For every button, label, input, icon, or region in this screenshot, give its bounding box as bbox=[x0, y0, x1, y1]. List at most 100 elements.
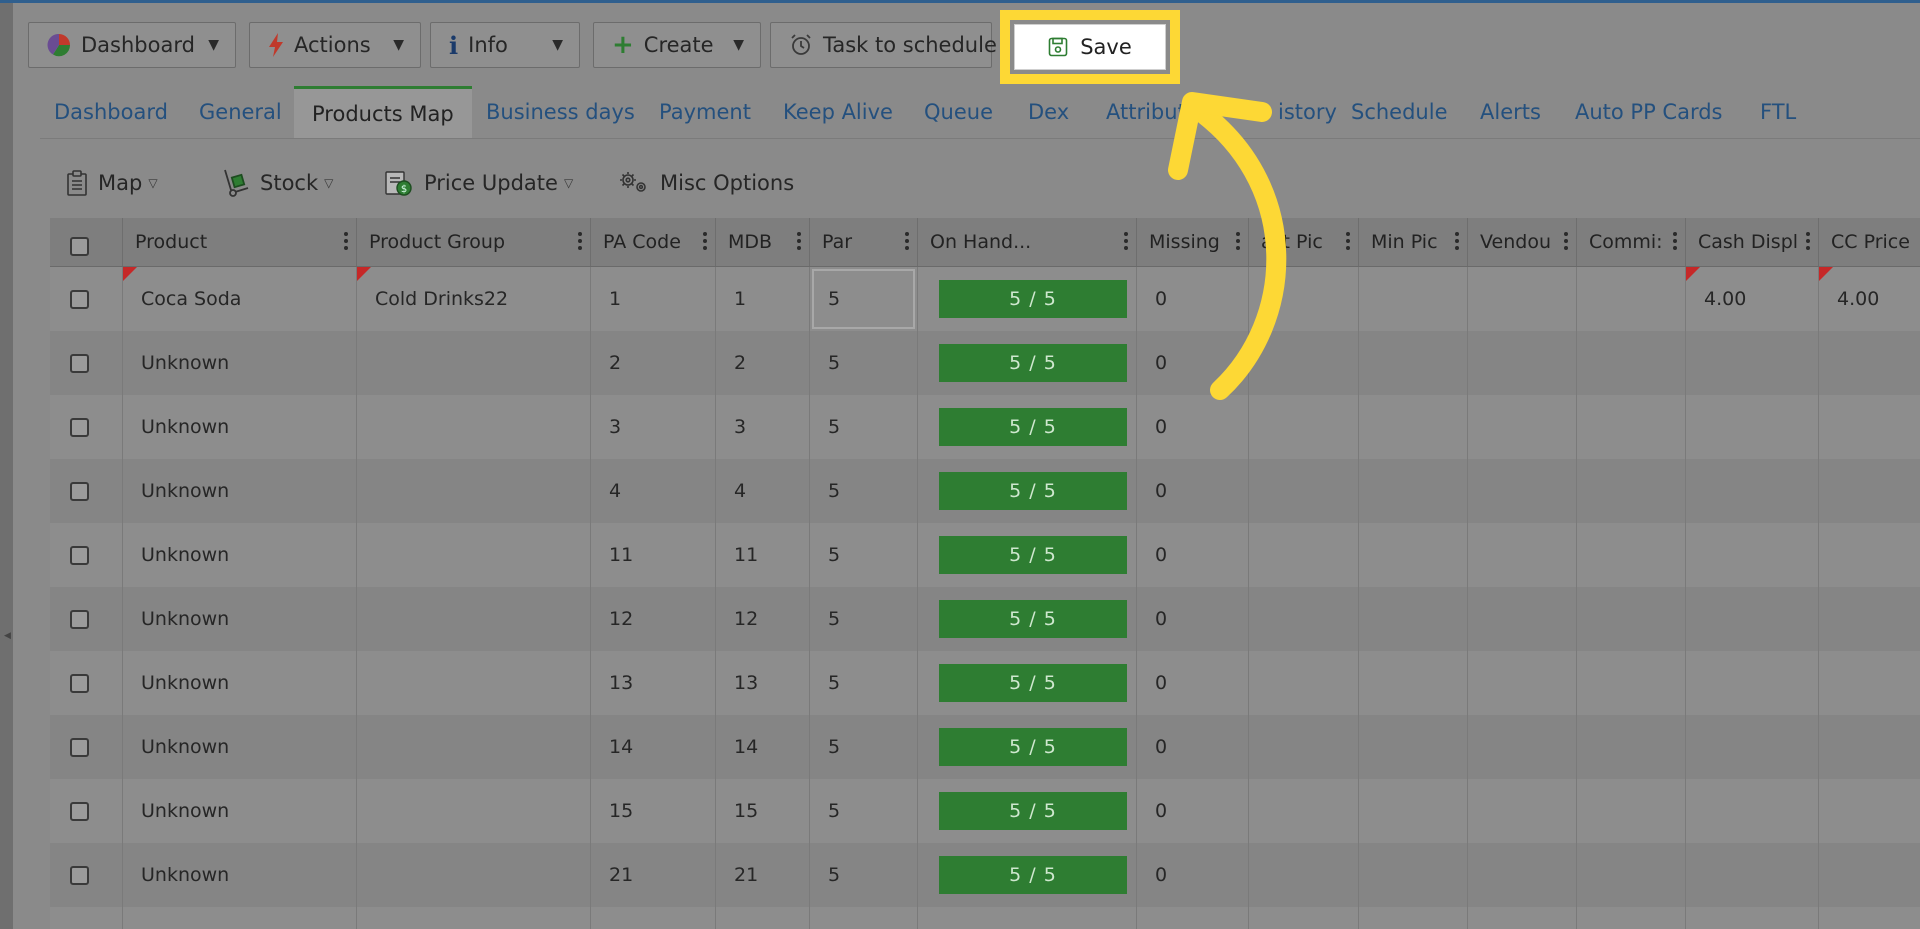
cell-vendout[interactable] bbox=[1468, 459, 1577, 523]
cell-cash-display[interactable] bbox=[1686, 779, 1819, 843]
tab-general[interactable]: General bbox=[199, 86, 282, 138]
cell-commission[interactable] bbox=[1577, 395, 1686, 459]
cell-product[interactable]: Unknown bbox=[123, 779, 357, 843]
cell-pa-code[interactable]: 21 bbox=[591, 843, 716, 907]
price-update-menu-button[interactable]: $ Price Update ▽ bbox=[384, 160, 573, 206]
cell-product[interactable]: Unknown bbox=[123, 459, 357, 523]
cell-par[interactable]: 5 bbox=[810, 331, 918, 395]
cell-commission[interactable] bbox=[1577, 651, 1686, 715]
cell-vendout[interactable] bbox=[1468, 523, 1577, 587]
cell-product[interactable]: Unknown bbox=[123, 331, 357, 395]
row-checkbox[interactable] bbox=[70, 417, 89, 437]
column-menu-icon[interactable] bbox=[703, 232, 707, 253]
column-menu-icon[interactable] bbox=[1806, 232, 1810, 253]
row-checkbox[interactable] bbox=[70, 481, 89, 501]
cell-par[interactable]: 5 bbox=[810, 587, 918, 651]
column-header-pa-code[interactable]: PA Code bbox=[591, 218, 716, 266]
cell-last-pic[interactable] bbox=[1249, 843, 1359, 907]
cell-last-pic[interactable] bbox=[1249, 395, 1359, 459]
tab-ftl[interactable]: FTL bbox=[1760, 86, 1796, 138]
cell-on-hand[interactable] bbox=[918, 907, 1137, 929]
cell-product-group[interactable] bbox=[357, 651, 591, 715]
cell-mdb[interactable]: 12 bbox=[716, 587, 810, 651]
actions-dropdown-button[interactable]: Actions ▼ bbox=[249, 22, 421, 68]
row-checkbox[interactable] bbox=[70, 673, 89, 693]
cell-min-pic[interactable] bbox=[1359, 843, 1468, 907]
row-checkbox[interactable] bbox=[70, 801, 89, 821]
cell-product-group[interactable] bbox=[357, 523, 591, 587]
column-menu-icon[interactable] bbox=[344, 232, 348, 253]
cell-missing[interactable]: 0 bbox=[1137, 843, 1249, 907]
cell-last-pic[interactable] bbox=[1249, 523, 1359, 587]
cell-product-group[interactable] bbox=[357, 331, 591, 395]
tab-schedule[interactable]: Schedule bbox=[1351, 86, 1448, 138]
cell-min-pic[interactable] bbox=[1359, 459, 1468, 523]
cell-pa-code[interactable]: 15 bbox=[591, 779, 716, 843]
column-menu-icon[interactable] bbox=[1564, 232, 1568, 253]
cell-missing[interactable]: 0 bbox=[1137, 587, 1249, 651]
cell-mdb[interactable]: 13 bbox=[716, 651, 810, 715]
table-row[interactable]: Unknown 4 4 5 5 / 5 0 bbox=[50, 459, 1920, 524]
column-header-on-hand[interactable]: On Hand... bbox=[918, 218, 1137, 266]
cell-cc-price[interactable] bbox=[1819, 331, 1920, 395]
column-menu-icon[interactable] bbox=[797, 232, 801, 253]
cell-last-pic[interactable] bbox=[1249, 651, 1359, 715]
cell-vendout[interactable] bbox=[1468, 395, 1577, 459]
cell-on-hand[interactable]: 5 / 5 bbox=[918, 651, 1137, 715]
cell-min-pic[interactable] bbox=[1359, 907, 1468, 929]
cell-product[interactable]: Unknown bbox=[123, 651, 357, 715]
table-row[interactable]: Unknown 11 11 5 5 / 5 0 bbox=[50, 523, 1920, 588]
cell-missing[interactable]: 0 bbox=[1137, 459, 1249, 523]
table-row[interactable]: Unknown 15 15 5 5 / 5 0 bbox=[50, 779, 1920, 844]
cell-par[interactable]: 5 bbox=[810, 651, 918, 715]
cell-pa-code[interactable]: 11 bbox=[591, 523, 716, 587]
cell-on-hand[interactable]: 5 / 5 bbox=[918, 779, 1137, 843]
cell-cc-price[interactable] bbox=[1819, 715, 1920, 779]
cell-cash-display[interactable] bbox=[1686, 651, 1819, 715]
cell-min-pic[interactable] bbox=[1359, 651, 1468, 715]
cell-on-hand[interactable]: 5 / 5 bbox=[918, 843, 1137, 907]
cell-min-pic[interactable] bbox=[1359, 523, 1468, 587]
cell-vendout[interactable] bbox=[1468, 651, 1577, 715]
cell-last-pic[interactable] bbox=[1249, 715, 1359, 779]
cell-product-group[interactable] bbox=[357, 459, 591, 523]
cell-commission[interactable] bbox=[1577, 779, 1686, 843]
cell-pa-code[interactable]: 2 bbox=[591, 331, 716, 395]
cell-product-group[interactable] bbox=[357, 715, 591, 779]
cell-vendout[interactable] bbox=[1468, 587, 1577, 651]
column-header-cc-price[interactable]: CC Price bbox=[1819, 218, 1920, 266]
tab-alerts[interactable]: Alerts bbox=[1480, 86, 1541, 138]
cell-missing[interactable]: 0 bbox=[1137, 395, 1249, 459]
cell-cc-price[interactable] bbox=[1819, 779, 1920, 843]
cell-cash-display[interactable] bbox=[1686, 587, 1819, 651]
cell-par[interactable]: 5 bbox=[810, 395, 918, 459]
table-row[interactable]: Unknown 12 12 5 5 / 5 0 bbox=[50, 587, 1920, 652]
cell-commission[interactable] bbox=[1577, 715, 1686, 779]
cell-min-pic[interactable] bbox=[1359, 779, 1468, 843]
cell-min-pic[interactable] bbox=[1359, 395, 1468, 459]
cell-product-group[interactable] bbox=[357, 907, 591, 929]
cell-pa-code[interactable]: 13 bbox=[591, 651, 716, 715]
tab-dashboard[interactable]: Dashboard bbox=[54, 86, 168, 138]
save-button[interactable]: Save bbox=[1014, 24, 1166, 70]
cell-cc-price[interactable] bbox=[1819, 651, 1920, 715]
misc-options-button[interactable]: Misc Options bbox=[618, 160, 794, 206]
cell-cc-price[interactable]: 4.00 bbox=[1819, 267, 1920, 331]
cell-last-pic[interactable] bbox=[1249, 331, 1359, 395]
cell-cc-price[interactable] bbox=[1819, 395, 1920, 459]
table-row[interactable]: Unknown 13 13 5 5 / 5 0 bbox=[50, 651, 1920, 716]
cell-on-hand[interactable]: 5 / 5 bbox=[918, 331, 1137, 395]
cell-missing[interactable]: 0 bbox=[1137, 523, 1249, 587]
cell-par[interactable]: 5 bbox=[810, 267, 918, 331]
cell-mdb[interactable]: 21 bbox=[716, 843, 810, 907]
cell-pa-code[interactable]: 4 bbox=[591, 459, 716, 523]
cell-min-pic[interactable] bbox=[1359, 267, 1468, 331]
cell-mdb[interactable]: 3 bbox=[716, 395, 810, 459]
tab-keep-alive[interactable]: Keep Alive bbox=[783, 86, 893, 138]
dashboard-dropdown-button[interactable]: Dashboard ▼ bbox=[28, 22, 236, 68]
cell-mdb[interactable]: 14 bbox=[716, 715, 810, 779]
create-dropdown-button[interactable]: + Create ▼ bbox=[593, 22, 761, 68]
cell-vendout[interactable] bbox=[1468, 907, 1577, 929]
tab-products-map[interactable]: Products Map bbox=[294, 86, 472, 138]
cell-commission[interactable] bbox=[1577, 331, 1686, 395]
